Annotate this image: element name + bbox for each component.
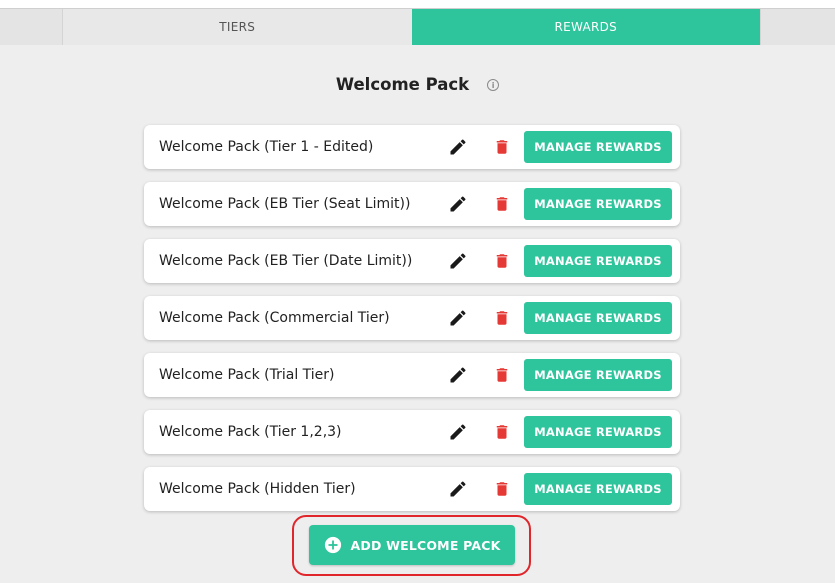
manage-rewards-button[interactable]: MANAGE REWARDS [524,302,672,334]
pencil-icon[interactable] [448,479,468,499]
trash-icon[interactable] [493,137,511,157]
pencil-icon[interactable] [448,422,468,442]
pencil-icon[interactable] [448,194,468,214]
pencil-icon[interactable] [448,365,468,385]
manage-rewards-button[interactable]: MANAGE REWARDS [524,188,672,220]
tab-bar: TIERS REWARDS [0,9,835,45]
welcome-pack-name: Welcome Pack (Hidden Tier) [159,481,356,497]
trash-icon[interactable] [493,194,511,214]
welcome-pack-name: Welcome Pack (Commercial Tier) [159,310,390,326]
tab-tiers[interactable]: TIERS [62,9,412,45]
list-item: Welcome Pack (Tier 1 - Edited) MANAGE RE… [144,125,680,169]
pencil-icon[interactable] [448,137,468,157]
tab-spacer-right [760,9,835,45]
list-item: Welcome Pack (Hidden Tier) MANAGE REWARD… [144,467,680,511]
pencil-icon[interactable] [448,308,468,328]
list-item: Welcome Pack (Commercial Tier) MANAGE RE… [144,296,680,340]
add-button-highlight: ADD WELCOME PACK [292,515,531,576]
manage-rewards-button[interactable]: MANAGE REWARDS [524,245,672,277]
welcome-pack-name: Welcome Pack (Tier 1,2,3) [159,424,342,440]
manage-rewards-button[interactable]: MANAGE REWARDS [524,473,672,505]
pencil-icon[interactable] [448,251,468,271]
trash-icon[interactable] [493,251,511,271]
top-border [0,0,835,9]
list-item: Welcome Pack (EB Tier (Date Limit)) MANA… [144,239,680,283]
tab-rewards[interactable]: REWARDS [411,9,761,45]
trash-icon[interactable] [493,422,511,442]
trash-icon[interactable] [493,479,511,499]
welcome-pack-name: Welcome Pack (EB Tier (Seat Limit)) [159,196,411,212]
welcome-pack-list: Welcome Pack (Tier 1 - Edited) MANAGE RE… [144,125,680,524]
add-welcome-pack-label: ADD WELCOME PACK [350,537,501,553]
list-item: Welcome Pack (EB Tier (Seat Limit)) MANA… [144,182,680,226]
trash-icon[interactable] [493,308,511,328]
list-item: Welcome Pack (Trial Tier) MANAGE REWARDS [144,353,680,397]
tab-spacer-left [0,9,63,45]
page-title: Welcome Pack [335,74,470,94]
add-welcome-pack-button[interactable]: ADD WELCOME PACK [309,525,515,565]
manage-rewards-button[interactable]: MANAGE REWARDS [524,131,672,163]
list-item: Welcome Pack (Tier 1,2,3) MANAGE REWARDS [144,410,680,454]
manage-rewards-button[interactable]: MANAGE REWARDS [524,359,672,391]
info-icon[interactable]: i [487,79,500,91]
manage-rewards-button[interactable]: MANAGE REWARDS [524,416,672,448]
trash-icon[interactable] [493,365,511,385]
plus-circle-icon [324,536,341,554]
page-header: Welcome Pack i [0,72,835,96]
welcome-pack-name: Welcome Pack (Trial Tier) [159,367,335,383]
welcome-pack-name: Welcome Pack (Tier 1 - Edited) [159,139,374,155]
welcome-pack-name: Welcome Pack (EB Tier (Date Limit)) [159,253,413,269]
